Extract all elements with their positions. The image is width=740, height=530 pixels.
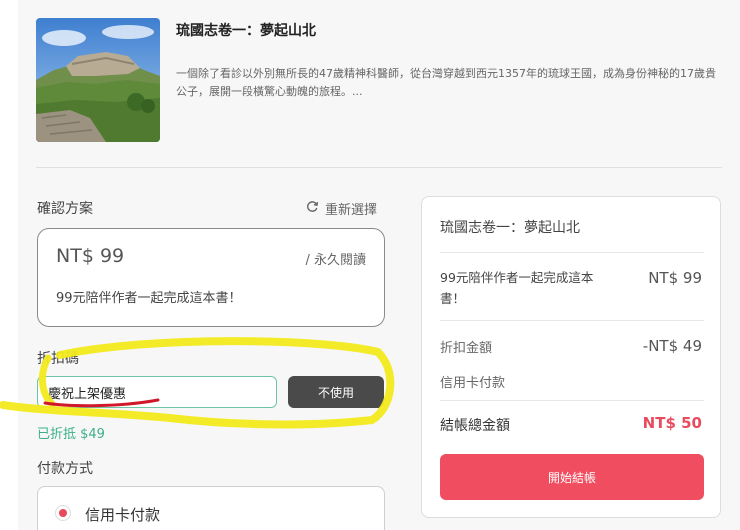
checkout-page: 琉國志卷一：夢起山北 一個除了看診以外別無所長的47歲精神科醫師，從台灣穿越到西… — [18, 0, 740, 530]
book-header: 琉國志卷一：夢起山北 一個除了看診以外別無所長的47歲精神科醫師，從台灣穿越到西… — [36, 18, 722, 144]
no-discount-button[interactable]: 不使用 — [288, 376, 384, 408]
payment-option-card[interactable]: 信用卡付款 — [37, 486, 385, 530]
divider — [36, 167, 722, 168]
plan-card[interactable]: NT$ 99 / 永久閱讀 99元陪伴作者一起完成這本書！ — [37, 228, 385, 327]
book-cover-image — [36, 18, 160, 142]
summary-discount-value: -NT$ 49 — [642, 337, 702, 355]
order-summary: 琉國志卷一：夢起山北 99元陪伴作者一起完成這本書！ NT$ 99 折扣金額 -… — [421, 196, 721, 518]
payment-option-label: 信用卡付款 — [85, 506, 161, 524]
summary-divider — [440, 400, 704, 401]
discount-code-input[interactable]: 慶祝上架優惠 — [37, 376, 277, 408]
summary-discount-label: 折扣金額 — [440, 341, 493, 356]
summary-total-label: 結帳總金額 — [440, 418, 510, 434]
refresh-icon — [306, 200, 319, 217]
plan-price: NT$ 99 — [56, 245, 125, 267]
checkout-button[interactable]: 開始結帳 — [440, 454, 704, 500]
payment-section-label: 付款方式 — [37, 461, 93, 477]
reselect-button[interactable]: 重新選擇 — [306, 199, 377, 218]
plan-description: 99元陪伴作者一起完成這本書！ — [56, 291, 242, 306]
plan-term: / 永久閱讀 — [305, 253, 366, 268]
summary-title: 琉國志卷一：夢起山北 — [440, 220, 580, 236]
plan-section-label: 確認方案 — [37, 201, 93, 217]
discount-section-label: 折扣碼 — [37, 351, 79, 367]
summary-total-value: NT$ 50 — [642, 414, 702, 432]
summary-payment-method: 信用卡付款 — [440, 376, 506, 391]
summary-item-label: 99元陪伴作者一起完成這本書！ — [440, 270, 594, 306]
reselect-label: 重新選擇 — [325, 203, 378, 218]
summary-item-price: NT$ 99 — [648, 269, 702, 287]
book-title: 琉國志卷一：夢起山北 — [176, 23, 316, 39]
radio-selected-icon[interactable] — [55, 505, 71, 521]
discount-applied-text: 已折抵 $49 — [37, 427, 105, 442]
discount-code-value: 慶祝上架優惠 — [48, 386, 127, 402]
summary-divider — [440, 320, 704, 321]
summary-divider — [440, 252, 704, 253]
book-description: 一個除了看診以外別無所長的47歲精神科醫師，從台灣穿越到西元1357年的琉球王國… — [176, 67, 716, 98]
